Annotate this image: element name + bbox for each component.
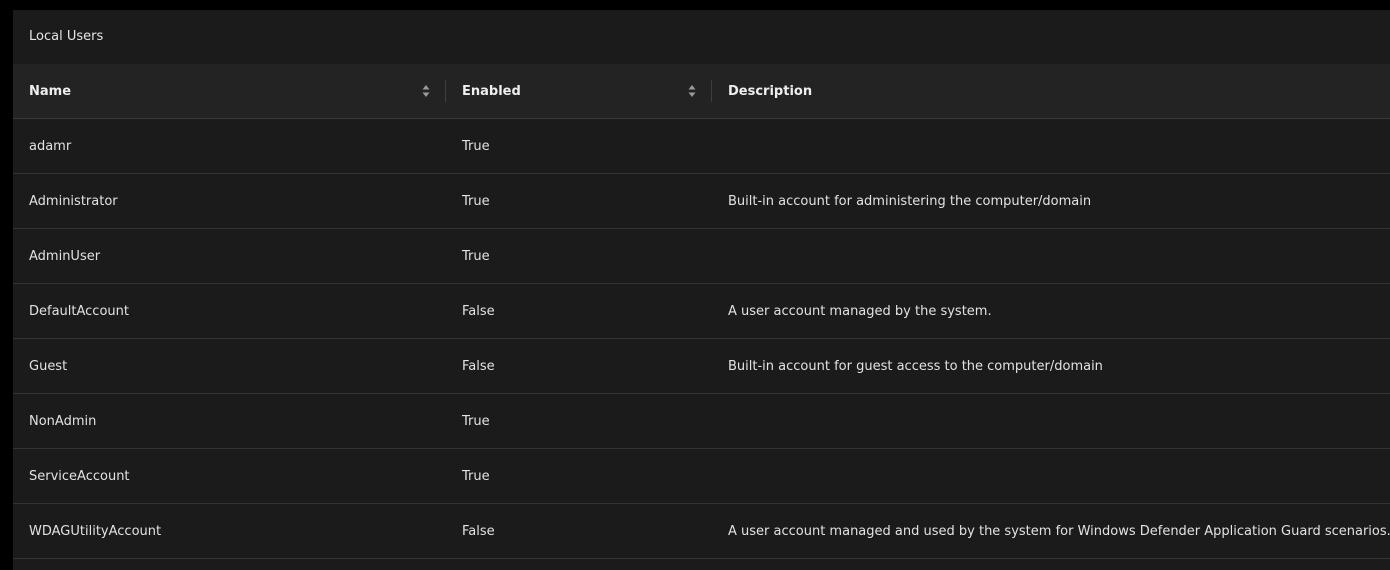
cell-description: A user account managed by the system. bbox=[712, 283, 1390, 339]
cell-enabled: True bbox=[446, 228, 712, 284]
cell-name: Guest bbox=[13, 338, 446, 394]
cell-description: Built-in account for guest access to the… bbox=[712, 338, 1390, 394]
cell-enabled: False bbox=[446, 338, 712, 394]
table-row[interactable]: Administrator True Built-in account for ad… bbox=[13, 173, 1390, 229]
cell-name: WDAGUtilityAccount bbox=[13, 503, 446, 559]
table-row[interactable]: WDAGUtilityAccount False A user account ma… bbox=[13, 503, 1390, 559]
cell-enabled: True bbox=[446, 393, 712, 449]
table-body: adamr True Administrator True Built-in accou… bbox=[13, 118, 1390, 559]
column-header-name[interactable]: Name bbox=[13, 64, 446, 119]
column-header-label: Description bbox=[728, 83, 813, 99]
local-users-table: Name Enabled Description adamr True Admi… bbox=[13, 64, 1390, 559]
cell-enabled: True bbox=[446, 173, 712, 229]
cell-description: A user account managed and used by the s… bbox=[712, 503, 1390, 559]
cell-description: Built-in account for administering the c… bbox=[712, 173, 1390, 229]
table-row[interactable]: DefaultAccount False A user account manage… bbox=[13, 283, 1390, 339]
table-row[interactable]: adamr True bbox=[13, 118, 1390, 174]
table-header: Name Enabled Description bbox=[13, 64, 1390, 119]
cell-description bbox=[712, 118, 1390, 174]
sort-updown-icon[interactable] bbox=[422, 84, 430, 98]
cell-description bbox=[712, 228, 1390, 284]
cell-enabled: True bbox=[446, 118, 712, 174]
panel-title: Local Users bbox=[13, 10, 1390, 64]
local-users-panel: Local Users Name Enabled Description ada… bbox=[13, 10, 1390, 570]
cell-enabled: True bbox=[446, 448, 712, 504]
table-row[interactable]: ServiceAccount True bbox=[13, 448, 1390, 504]
cell-description bbox=[712, 448, 1390, 504]
table-row[interactable]: Guest False Built-in account for guest acc… bbox=[13, 338, 1390, 394]
cell-name: adamr bbox=[13, 118, 446, 174]
column-header-enabled[interactable]: Enabled bbox=[446, 64, 712, 119]
column-header-description[interactable]: Description bbox=[712, 64, 1390, 119]
column-header-label: Name bbox=[29, 83, 72, 99]
column-header-label: Enabled bbox=[462, 83, 521, 99]
cell-name: ServiceAccount bbox=[13, 448, 446, 504]
table-row[interactable]: NonAdmin True bbox=[13, 393, 1390, 449]
cell-name: NonAdmin bbox=[13, 393, 446, 449]
sort-updown-icon[interactable] bbox=[688, 84, 696, 98]
cell-description bbox=[712, 393, 1390, 449]
cell-enabled: False bbox=[446, 503, 712, 559]
table-row[interactable]: AdminUser True bbox=[13, 228, 1390, 284]
cell-name: AdminUser bbox=[13, 228, 446, 284]
cell-enabled: False bbox=[446, 283, 712, 339]
cell-name: DefaultAccount bbox=[13, 283, 446, 339]
cell-name: Administrator bbox=[13, 173, 446, 229]
